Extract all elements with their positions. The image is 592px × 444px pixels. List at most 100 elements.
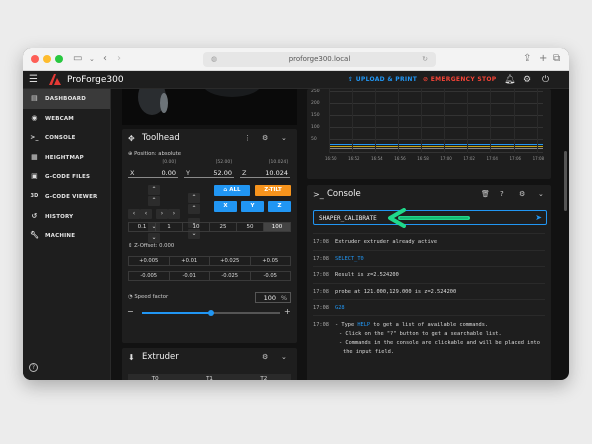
x-minus-small-button[interactable]: ‹ [140, 209, 152, 219]
sidebar-item-history[interactable]: ↺ HISTORY [23, 207, 110, 227]
step-1-button[interactable]: 1 [156, 223, 183, 231]
y-minus-large-button[interactable]: ⌄ [148, 233, 160, 243]
help-icon[interactable]: ? [29, 363, 38, 372]
y-position-field[interactable]: [52.00] Y 52.00 [184, 160, 234, 178]
question-icon[interactable]: ? [500, 189, 504, 199]
tabs-overview-icon[interactable]: ⧉ [553, 52, 560, 66]
zoffset-plus-0-025-button[interactable]: +0.025 [210, 257, 251, 265]
home-x-button[interactable]: X [214, 201, 237, 212]
sidebar-item-machine[interactable]: 🔧︎ MACHINE [23, 226, 110, 246]
toolhead-settings-icon[interactable]: ⚙ [262, 133, 268, 143]
sidebar-item-g-code-viewer[interactable]: 3D G-CODE VIEWER [23, 187, 110, 207]
console-entry: 17:08 SELECT_T0 [313, 249, 545, 266]
address-bar[interactable]: ◍ proforge300.local ↻ [203, 52, 436, 67]
chart-gridline [329, 127, 543, 128]
minimize-window-button[interactable] [43, 55, 51, 63]
console-command-link[interactable]: G28 [335, 305, 345, 311]
menu-icon[interactable]: ☰ [29, 74, 38, 86]
step-50-button[interactable]: 50 [237, 223, 264, 231]
forward-icon[interactable]: › [117, 52, 121, 66]
home-z-button[interactable]: Z [268, 201, 291, 212]
extruder-collapse-icon[interactable]: ⌄ [281, 352, 287, 362]
more-vert-icon[interactable]: ⋮ [244, 133, 251, 143]
extruder-settings-icon[interactable]: ⚙ [262, 352, 268, 362]
3d-icon: 3D [30, 192, 39, 199]
page-scrollbar[interactable] [564, 151, 567, 211]
power-icon[interactable]: ⏻ [542, 74, 549, 86]
sidebar-item-heightmap[interactable]: ▦ HEIGHTMAP [23, 148, 110, 168]
z-plus-large-button[interactable]: ⌃ [188, 193, 200, 203]
zoffset-minus-0-025-button[interactable]: -0.025 [210, 272, 251, 280]
reload-icon[interactable]: ↻ [422, 52, 428, 67]
toolhead-panel: ✥ Toolhead ⋮ ⚙ ⌄ ⊕ Position: absolute [0… [122, 129, 297, 343]
speed-increase-button[interactable]: + [284, 308, 291, 316]
chart-vgridline [398, 89, 400, 153]
zoom-window-button[interactable] [55, 55, 63, 63]
zoffset-minus-0-05-button[interactable]: -0.05 [251, 272, 291, 280]
bell-icon[interactable]: 🔔︎ [504, 74, 515, 86]
share-icon[interactable]: ⇪ [523, 52, 531, 66]
step-0-1-button[interactable]: 0.1 [129, 223, 156, 231]
back-icon[interactable]: ‹ [103, 52, 107, 66]
left-column: ✥ Toolhead ⋮ ⚙ ⌄ ⊕ Position: absolute [0… [122, 89, 297, 380]
chevron-down-icon[interactable]: ⌄ [89, 52, 95, 66]
speed-slider-knob[interactable] [208, 310, 214, 316]
emergency-stop-button[interactable]: ⊘ EMERGENCY STOP [423, 75, 497, 85]
mainsail-app: ☰ ProForge300 ⇪ UPLOAD & PRINT ⊘ EMERGEN… [23, 71, 569, 380]
sidebar: ▤ DASHBOARD ◉ WEBCAM >_ CONSOLE ▦ HEIGHTMAP ▣ G-C… [23, 89, 111, 380]
x-plus-small-button[interactable]: › [156, 209, 168, 219]
zoffset-minus-0-005-button[interactable]: -0.005 [129, 272, 170, 280]
step-25-button[interactable]: 25 [210, 223, 237, 231]
z-position-field[interactable]: [10.024] Z 10.024 [240, 160, 290, 178]
speed-factor-slider[interactable] [142, 310, 280, 316]
upload-print-button[interactable]: ⇪ UPLOAD & PRINT [348, 75, 417, 85]
new-tab-icon[interactable]: + [539, 52, 547, 66]
x-tick-label: 17:04 [486, 156, 498, 161]
home-all-button[interactable]: ⌂ ALL [214, 185, 250, 196]
collapse-icon[interactable]: ⌄ [281, 133, 287, 143]
x-plus-large-button[interactable]: › [168, 209, 180, 219]
sidebar-item-console[interactable]: >_ CONSOLE [23, 128, 110, 148]
speed-factor-input[interactable]: 100 % [255, 292, 291, 303]
extruder-header: ⬇ Extruder ⚙ ⌄ [122, 348, 297, 366]
app-name: ProForge300 [67, 75, 124, 85]
z-tilt-button[interactable]: Z-TILT [255, 185, 291, 196]
trash-icon[interactable]: 🗑︎ [481, 189, 490, 199]
close-window-button[interactable] [31, 55, 39, 63]
zoffset-plus-0-005-button[interactable]: +0.005 [129, 257, 170, 265]
zoffset-plus-0-01-button[interactable]: +0.01 [170, 257, 210, 265]
step-100-button[interactable]: 100 [264, 223, 290, 231]
help-command-link[interactable]: HELP [357, 322, 370, 328]
browser-toolbar: ▭ ⌄ ‹ › ◍ proforge300.local ↻ ⇪ + ⧉ [23, 48, 569, 71]
y-plus-small-button[interactable]: ⌃ [148, 196, 160, 206]
step-10-button[interactable]: 10 [183, 223, 210, 231]
console-entry-text: Result is z=2.524200 [335, 272, 399, 278]
console-settings-icon[interactable]: ⚙ [519, 189, 525, 199]
sidebar-item-webcam[interactable]: ◉ WEBCAM [23, 109, 110, 129]
tool-column-t0[interactable]: T0 [128, 374, 182, 380]
settings-icon[interactable]: ⚙ [523, 74, 531, 86]
console-command-link[interactable]: SELECT_T0 [335, 256, 364, 262]
move-icon: ✥ [128, 134, 135, 143]
home-y-button[interactable]: Y [241, 201, 264, 212]
x-tick-label: 17:08 [532, 156, 545, 161]
x-tick-label: 16:52 [348, 156, 360, 161]
sidebar-item-g-code-files[interactable]: ▣ G-CODE FILES [23, 167, 110, 187]
sidebar-item-dashboard[interactable]: ▤ DASHBOARD [23, 89, 110, 109]
z-plus-small-button[interactable]: ⌃ [188, 204, 200, 214]
chart-gridline [329, 139, 543, 140]
x-minus-large-button[interactable]: ‹ [128, 209, 140, 219]
x-position-field[interactable]: [0.00] X 0.00 [128, 160, 178, 178]
console-collapse-icon[interactable]: ⌄ [538, 189, 544, 199]
zoffset-minus-0-01-button[interactable]: -0.01 [170, 272, 210, 280]
speed-decrease-button[interactable]: − [127, 308, 134, 316]
tool-column-t2[interactable]: T2 [237, 374, 291, 380]
y-plus-large-button[interactable]: ⌃ [148, 185, 160, 195]
tool-column-t1[interactable]: T1 [182, 374, 236, 380]
console-header: >_ Console 🗑︎ ? ⚙ ⌄ [307, 185, 551, 203]
chart-vgridline [444, 89, 446, 153]
send-icon[interactable]: ➤ [535, 213, 542, 223]
series-line-gray [329, 148, 543, 149]
zoffset-plus-0-05-button[interactable]: +0.05 [251, 257, 291, 265]
sidebar-toggle-icon[interactable]: ▭ [73, 52, 82, 66]
